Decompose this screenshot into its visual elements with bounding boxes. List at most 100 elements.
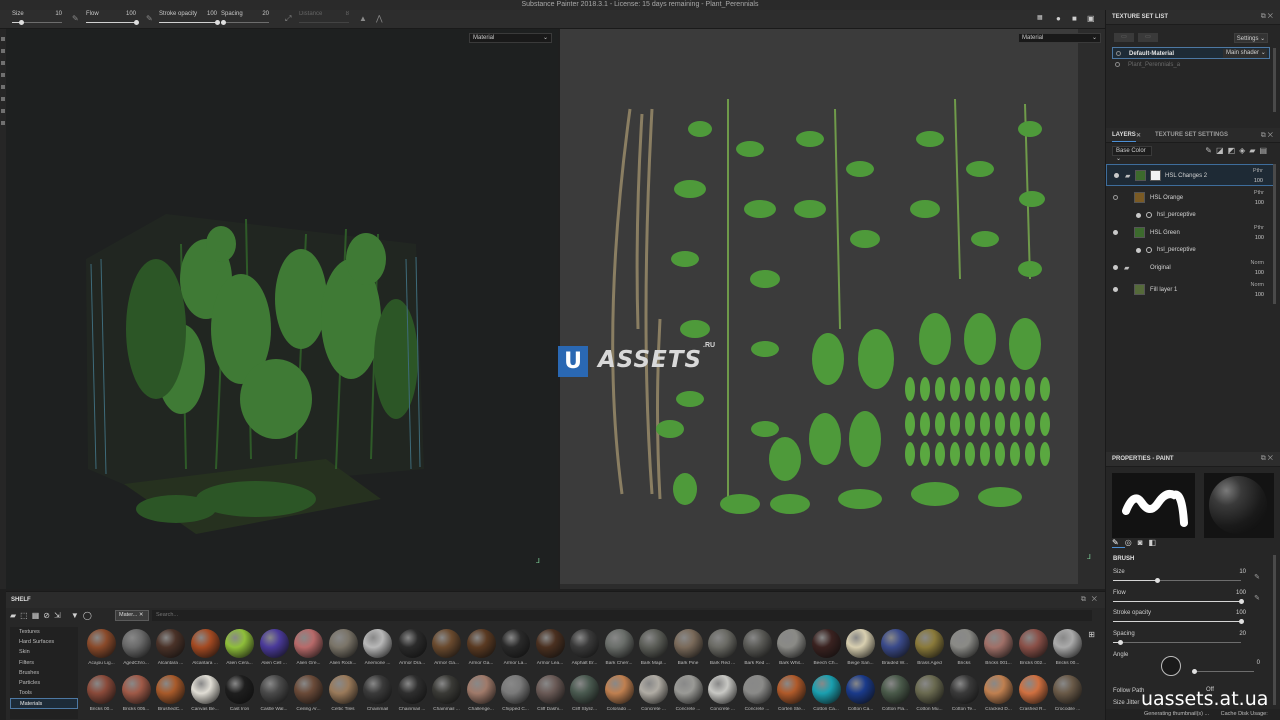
shelf-material-item[interactable]: Cliff Styliz...: [568, 673, 601, 717]
shelf-material-item[interactable]: Bricks 00...: [1051, 627, 1084, 671]
size-pressure-icon[interactable]: ✎: [1254, 573, 1260, 581]
shelf-material-item[interactable]: Armor Ga...: [430, 627, 463, 671]
visibility-eye-icon[interactable]: [1136, 248, 1141, 253]
shelf-material-item[interactable]: Bark Mapl...: [637, 627, 670, 671]
selection-tool-icon[interactable]: [1, 121, 5, 125]
visibility-eye-icon[interactable]: [1113, 230, 1118, 235]
prop-stroke-opacity-value[interactable]: 100: [1236, 610, 1246, 616]
shelf-category-materials[interactable]: Materials: [10, 698, 78, 709]
panel-float-close-icon[interactable]: ⧉ ✕: [1261, 455, 1273, 463]
toolbar-spacing-slider[interactable]: Spacing 20: [221, 11, 269, 28]
shelf-material-item[interactable]: Acajou Lig...: [85, 627, 118, 671]
properties-scrollbar[interactable]: [1273, 555, 1276, 705]
slider-knob[interactable]: [1155, 578, 1161, 583]
shelf-material-item[interactable]: Beige San...: [844, 627, 877, 671]
texture-set-item[interactable]: Plant_Perennials_a: [1112, 59, 1270, 71]
shelf-material-item[interactable]: Challenge...: [465, 673, 498, 717]
shelf-material-item[interactable]: Brass Aged: [913, 627, 946, 671]
mask-thumbnail[interactable]: [1150, 170, 1161, 181]
toolbar-stroke-opacity-slider[interactable]: Stroke opacity 100: [159, 11, 220, 28]
grid-view-icon[interactable]: ▦: [32, 611, 44, 620]
shelf-material-item[interactable]: Cotton Fla...: [879, 673, 912, 717]
prop-spacing-slider[interactable]: [1113, 642, 1241, 643]
texture-set-item[interactable]: Default-Material Main shader ⌄: [1112, 47, 1270, 59]
shelf-category-brushes[interactable]: Brushes: [10, 668, 78, 678]
shelf-material-item[interactable]: Armor Dra...: [396, 627, 429, 671]
blend-mode[interactable]: Pthr: [1254, 225, 1264, 231]
shelf-material-item[interactable]: Chainmail: [361, 673, 394, 717]
layer-row[interactable]: ▰ Original Norm 100: [1106, 257, 1274, 279]
shelf-material-item[interactable]: Concrete ...: [672, 673, 705, 717]
visibility-eye-icon[interactable]: [1113, 287, 1118, 292]
viewport-layout-icon[interactable]: ▣: [1087, 14, 1095, 23]
viewport-2d[interactable]: Material ⌄ ⅃: [560, 29, 1105, 589]
texture-set-solo-button[interactable]: ▭: [1114, 33, 1134, 42]
shelf-material-item[interactable]: Cotton Mu...: [913, 673, 946, 717]
layers-scrollbar[interactable]: [1273, 164, 1276, 304]
material-preview[interactable]: [1204, 473, 1274, 538]
shelf-category-skin[interactable]: Skin: [10, 647, 78, 657]
new-item-icon[interactable]: ⬚: [20, 611, 32, 620]
visibility-eye-icon[interactable]: [1114, 173, 1119, 178]
viewport-3d-mode-select[interactable]: Material ⌄: [469, 33, 552, 43]
shelf-material-item[interactable]: Bricks 005...: [120, 673, 153, 717]
layer-opacity[interactable]: 100: [1255, 200, 1264, 206]
import-icon[interactable]: ⇲: [54, 611, 65, 620]
size-pen-pressure-icon[interactable]: ✎: [72, 14, 79, 23]
shelf-material-item[interactable]: Cotton Ca...: [810, 673, 843, 717]
slider-knob[interactable]: [1118, 640, 1124, 645]
visibility-eye-icon[interactable]: [1113, 195, 1118, 200]
shelf-material-item[interactable]: Cast Iron: [223, 673, 256, 717]
texture-set-scrollbar[interactable]: [1273, 48, 1276, 112]
shelf-material-item[interactable]: Bark Cherr...: [603, 627, 636, 671]
symmetry-icon[interactable]: ▲: [359, 14, 367, 23]
shelf-material-item[interactable]: Armor Ga...: [465, 627, 498, 671]
display-settings-icon[interactable]: ▦: [1037, 14, 1043, 21]
shelf-material-item[interactable]: Concrete ...: [741, 673, 774, 717]
texture-set-all-button[interactable]: ▭: [1138, 33, 1158, 42]
eraser-tool-icon[interactable]: [1, 49, 5, 53]
shelf-material-item[interactable]: Bark Red ...: [741, 627, 774, 671]
prop-spacing-value[interactable]: 20: [1239, 631, 1246, 637]
shelf-material-item[interactable]: Alien Cell ...: [258, 627, 291, 671]
add-effect-icon[interactable]: ✎: [1205, 146, 1216, 155]
flow-pressure-icon[interactable]: ✎: [1254, 594, 1260, 602]
shelf-material-item[interactable]: Cotton Te...: [948, 673, 981, 717]
toolbar-distance-slider[interactable]: Distance 8: [299, 11, 349, 28]
tab-layers[interactable]: LAYERS: [1112, 132, 1136, 142]
shelf-material-item[interactable]: Asphalt Er...: [568, 627, 601, 671]
hide-icon[interactable]: ⊘: [43, 611, 54, 620]
smudge-tool-icon[interactable]: [1, 85, 5, 89]
prop-angle-slider[interactable]: [1194, 671, 1254, 672]
shelf-material-item[interactable]: Chainmail ...: [430, 673, 463, 717]
shelf-material-item[interactable]: Crashed R...: [1017, 673, 1050, 717]
shelf-material-item[interactable]: Bricks 002...: [1017, 627, 1050, 671]
blend-mode[interactable]: Pthr: [1254, 190, 1264, 196]
shelf-material-item[interactable]: Alcantara ...: [189, 627, 222, 671]
visibility-eye-icon[interactable]: [1136, 213, 1141, 218]
add-paint-layer-icon[interactable]: ◈: [1239, 146, 1249, 155]
shelf-category-hard-surfaces[interactable]: Hard Surfaces: [10, 637, 78, 647]
prop-angle-value[interactable]: 0: [1257, 660, 1260, 666]
shelf-material-item[interactable]: Concrete ...: [637, 673, 670, 717]
viewport-3d[interactable]: Material ⌄ ⅃: [6, 29, 558, 589]
shelf-material-item[interactable]: Ceiling Ar...: [292, 673, 325, 717]
effect-row[interactable]: hsl_perceptive: [1106, 209, 1274, 222]
blend-mode[interactable]: Norm: [1251, 260, 1264, 266]
visibility-eye-icon[interactable]: [1113, 265, 1118, 270]
add-fill-layer-icon[interactable]: ◩: [1228, 146, 1240, 155]
slider-knob[interactable]: [1192, 669, 1197, 674]
shelf-material-item[interactable]: Castle Wal...: [258, 673, 291, 717]
tab-layers-close-icon[interactable]: ✕: [1136, 132, 1141, 139]
clone-tool-icon[interactable]: [1, 97, 5, 101]
shelf-category-tools[interactable]: Tools: [10, 688, 78, 698]
camera-icon[interactable]: ■: [1072, 14, 1077, 23]
shelf-category-filters[interactable]: Filters: [10, 658, 78, 668]
viewport-2d-mode-select[interactable]: Material ⌄: [1018, 33, 1101, 43]
stencil-tab-icon[interactable]: ◙: [1138, 538, 1149, 547]
layer-opacity[interactable]: 100: [1255, 292, 1264, 298]
shelf-category-particles[interactable]: Particles: [10, 678, 78, 688]
shelf-material-item[interactable]: Armor La...: [499, 627, 532, 671]
panel-float-close-icon[interactable]: ⧉ ✕: [1261, 13, 1273, 21]
brush-tab-icon[interactable]: ✎: [1112, 538, 1125, 548]
